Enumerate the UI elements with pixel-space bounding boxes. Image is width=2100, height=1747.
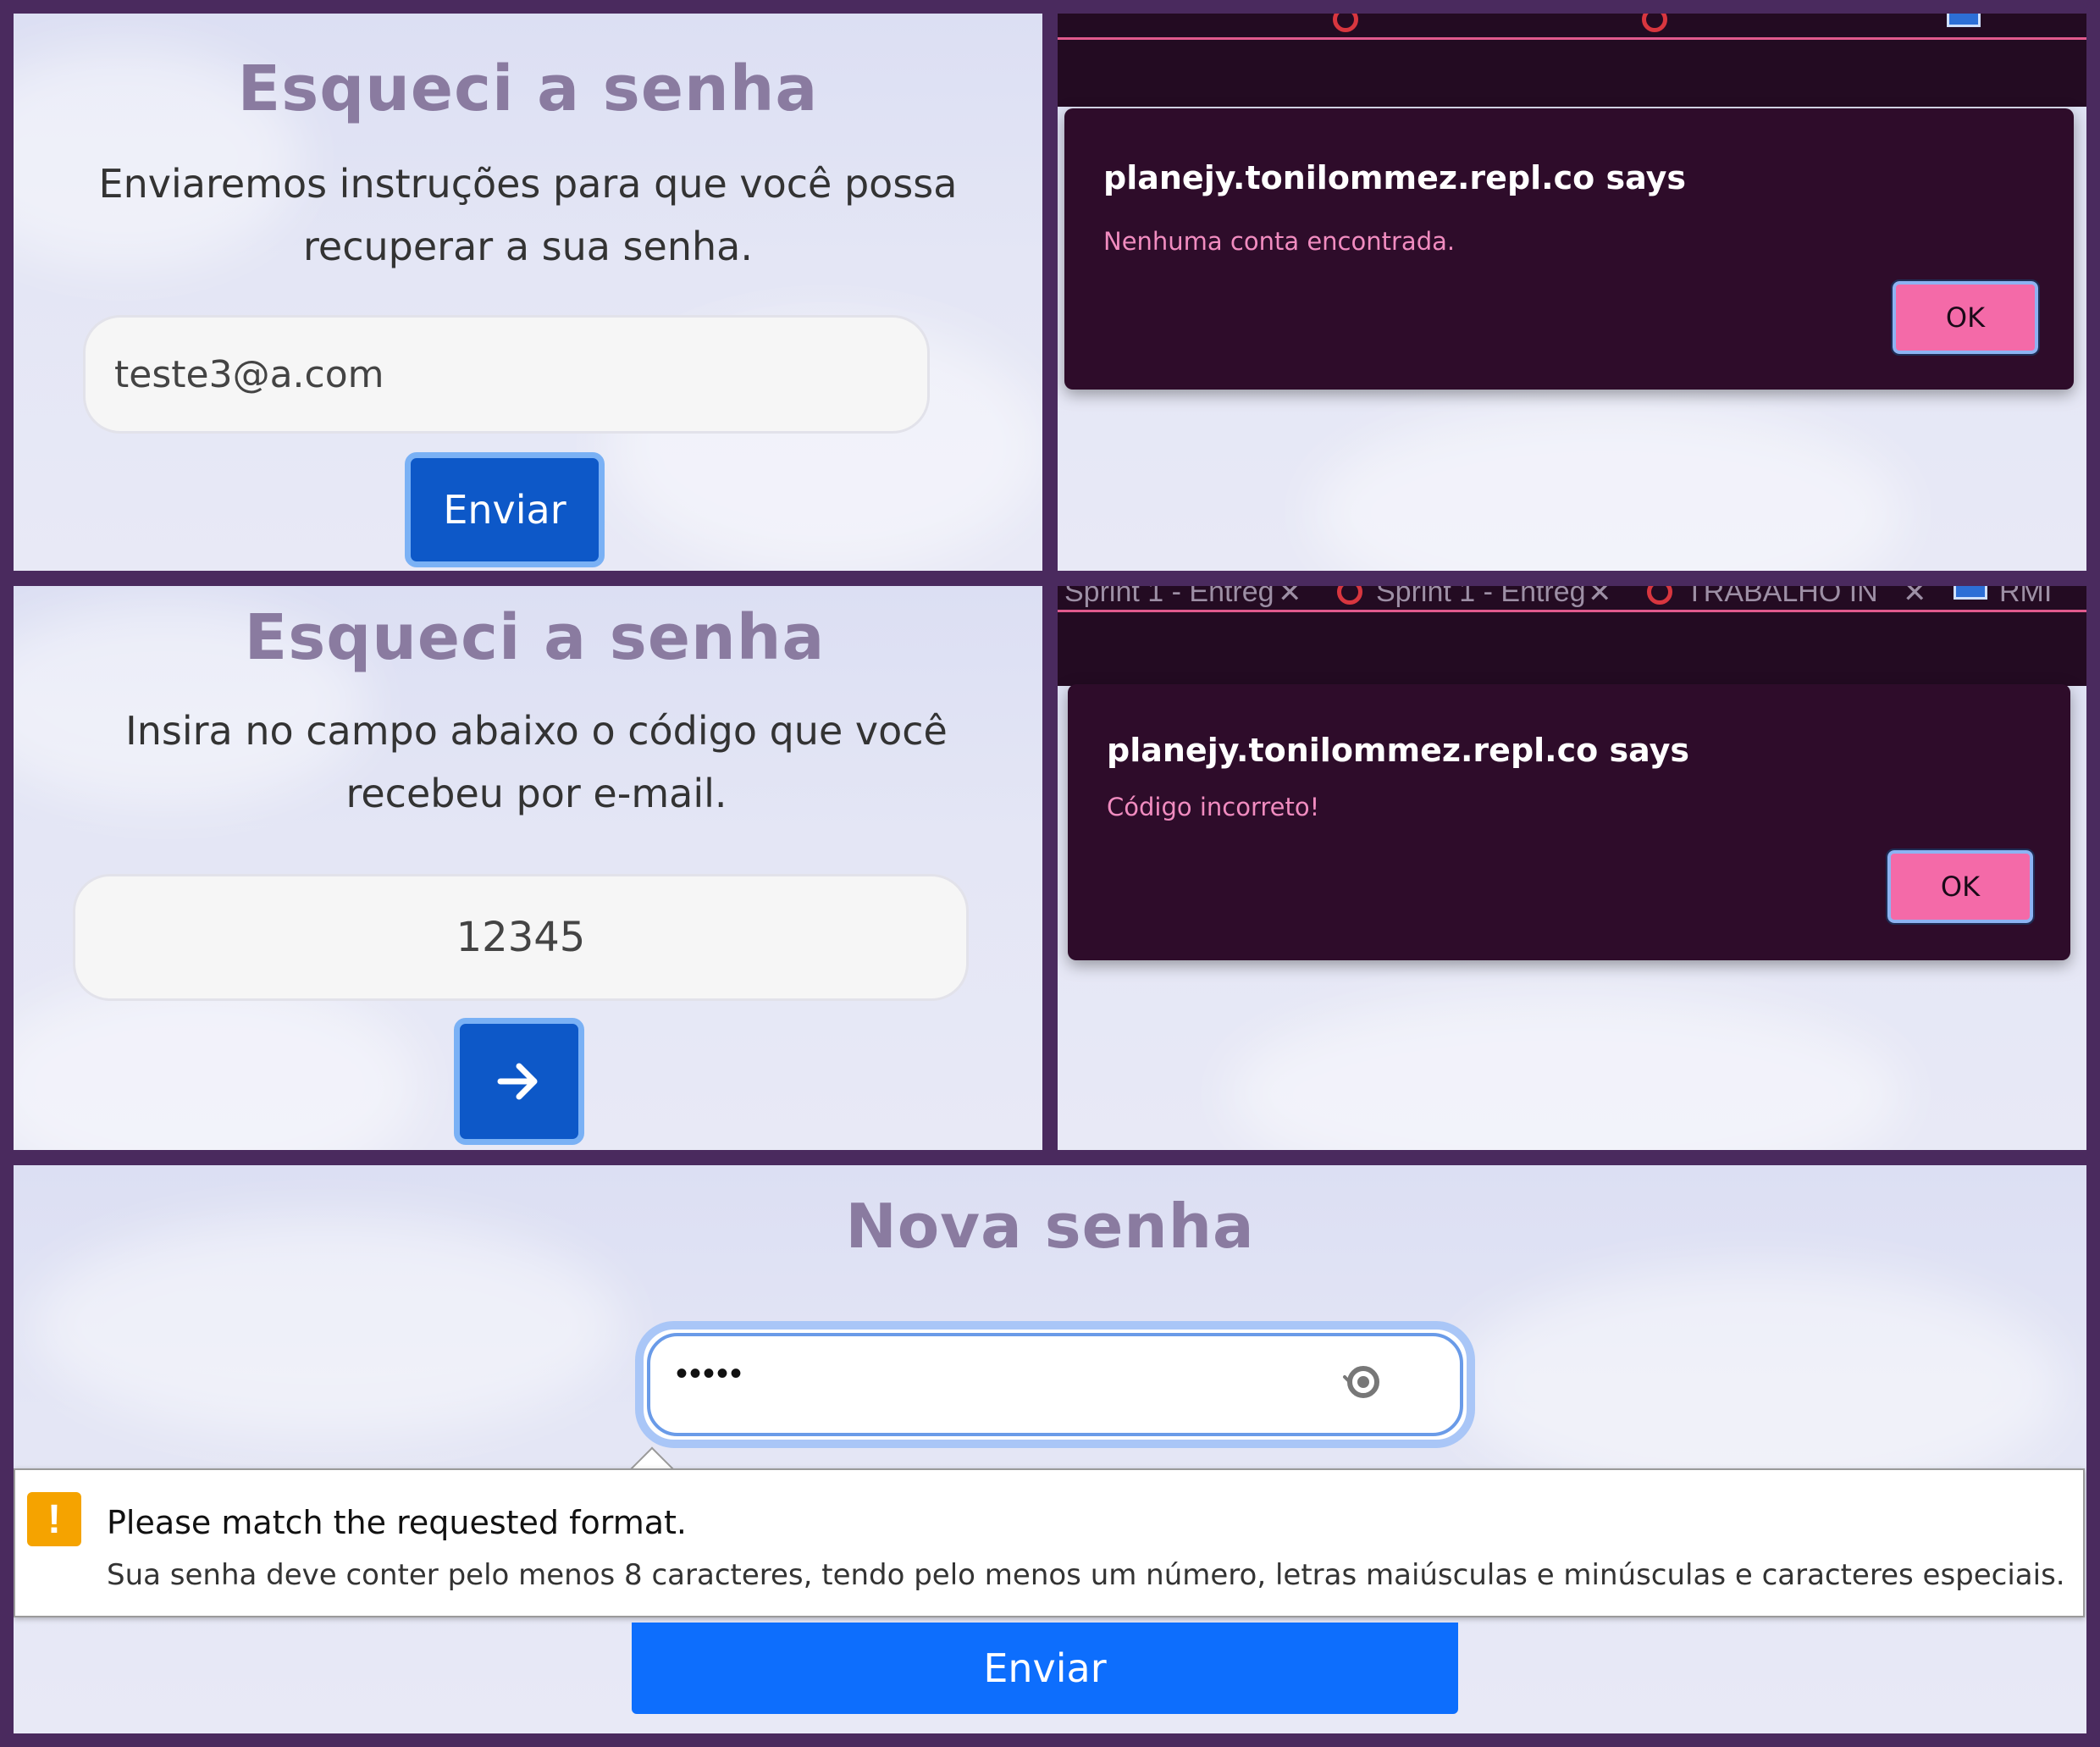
alert-message: Nenhuma conta encontrada. — [1103, 227, 1456, 256]
page-title: Nova senha — [845, 1191, 1255, 1262]
no-account-alert-panel: planejy.tonilommez.repl.co says Nenhuma … — [1058, 14, 2086, 571]
validation-heading: Please match the requested format. — [107, 1504, 687, 1541]
wrong-code-alert-panel: Sprint 1 - Entreg ✕ Sprint 1 - Entreg ✕ … — [1058, 586, 2086, 1150]
browser-tab-strip — [1058, 14, 2086, 107]
tab-close-icon[interactable]: ✕ — [1278, 586, 1302, 610]
cloud-decoration — [1312, 403, 1904, 571]
validation-detail: Sua senha deve conter pelo menos 8 carac… — [107, 1558, 2065, 1592]
ok-button-label: OK — [1940, 871, 1981, 903]
eye-icon[interactable] — [1341, 1365, 1385, 1399]
send-button-label: Enviar — [443, 487, 566, 533]
tab-close-icon[interactable]: ✕ — [1903, 586, 1927, 610]
page-title: Esqueci a senha — [237, 53, 819, 125]
tab-favicon-icon — [1947, 14, 1981, 27]
tab-favicon-icon — [1954, 586, 1987, 600]
email-input-value: teste3@a.com — [114, 352, 384, 396]
cloud-decoration — [14, 976, 420, 1150]
tab-favicon-icon — [1647, 586, 1672, 605]
ok-button-label: OK — [1945, 301, 1986, 334]
next-button[interactable] — [454, 1018, 584, 1145]
password-masked-value: ••••• — [676, 1355, 744, 1392]
browser-tab-strip: Sprint 1 - Entreg ✕ Sprint 1 - Entreg ✕ … — [1058, 586, 2086, 686]
alert-dialog: planejy.tonilommez.repl.co says Código i… — [1068, 684, 2070, 960]
ok-button[interactable]: OK — [1891, 279, 2040, 356]
tab-favicon-icon — [1337, 586, 1362, 605]
code-input[interactable]: 12345 — [73, 874, 969, 1001]
validation-tooltip: ! Please match the requested format. Sua… — [14, 1468, 2085, 1617]
email-input[interactable]: teste3@a.com — [83, 315, 930, 434]
alert-title: planejy.tonilommez.repl.co says — [1107, 732, 1689, 769]
tab-strip-divider — [1058, 37, 2086, 40]
forgot-email-panel: Esqueci a senha Enviaremos instruções pa… — [14, 14, 1042, 571]
tab-close-icon[interactable]: ✕ — [1588, 586, 1612, 610]
alert-title: planejy.tonilommez.repl.co says — [1103, 159, 1686, 196]
arrow-right-icon — [497, 1063, 538, 1100]
tab-title[interactable]: TRABALHO IN — [1686, 586, 1878, 609]
tab-title[interactable]: RMI — [1999, 586, 2052, 609]
instructions-text: Enviaremos instruções para que você poss… — [98, 161, 958, 269]
new-password-panel: Nova senha ••••• ! Please match the requ… — [14, 1165, 2086, 1733]
alert-dialog: planejy.tonilommez.repl.co says Nenhuma … — [1064, 108, 2074, 390]
forgot-code-panel: Esqueci a senha Insira no campo abaixo o… — [14, 586, 1042, 1150]
ok-button[interactable]: OK — [1886, 849, 2035, 925]
new-password-input[interactable]: ••••• — [635, 1321, 1475, 1448]
send-button-label: Enviar — [983, 1645, 1107, 1691]
page-title: Esqueci a senha — [244, 601, 826, 674]
tab-title[interactable]: Sprint 1 - Entreg — [1376, 586, 1586, 609]
send-button[interactable]: Enviar — [405, 452, 605, 567]
instructions-text: Insira no campo abaixo o código que você… — [125, 708, 948, 816]
warning-icon: ! — [27, 1492, 81, 1546]
tab-favicon-icon — [1333, 14, 1358, 32]
alert-message: Código incorreto! — [1107, 793, 1320, 821]
code-input-value: 12345 — [456, 914, 586, 961]
tab-strip-divider — [1058, 610, 2086, 612]
cloud-decoration — [1227, 992, 1904, 1150]
tab-favicon-icon — [1642, 14, 1667, 32]
tab-title[interactable]: Sprint 1 - Entreg — [1064, 586, 1274, 609]
send-button[interactable]: Enviar — [632, 1623, 1458, 1714]
